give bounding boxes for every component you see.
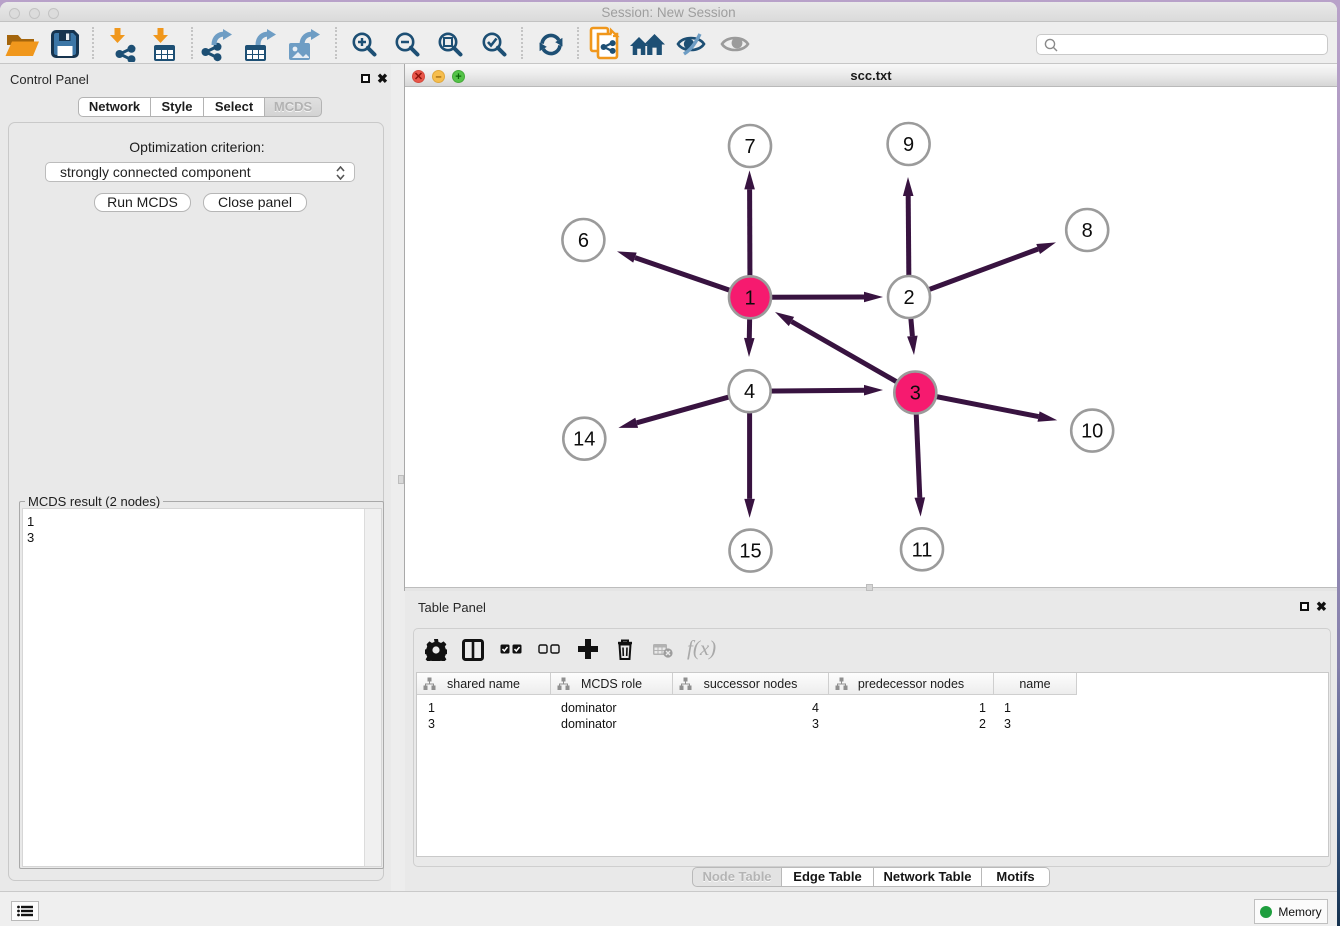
svg-text:4: 4 bbox=[744, 381, 755, 403]
svg-text:7: 7 bbox=[744, 136, 755, 158]
svg-text:10: 10 bbox=[1081, 421, 1103, 443]
svg-text:6: 6 bbox=[578, 230, 589, 252]
svg-text:2: 2 bbox=[903, 287, 914, 309]
svg-text:9: 9 bbox=[903, 134, 914, 156]
svg-text:8: 8 bbox=[1082, 220, 1093, 242]
svg-text:3: 3 bbox=[910, 383, 921, 405]
svg-text:14: 14 bbox=[573, 429, 595, 451]
svg-text:11: 11 bbox=[912, 539, 933, 561]
svg-text:1: 1 bbox=[744, 287, 755, 309]
svg-text:15: 15 bbox=[739, 541, 761, 563]
